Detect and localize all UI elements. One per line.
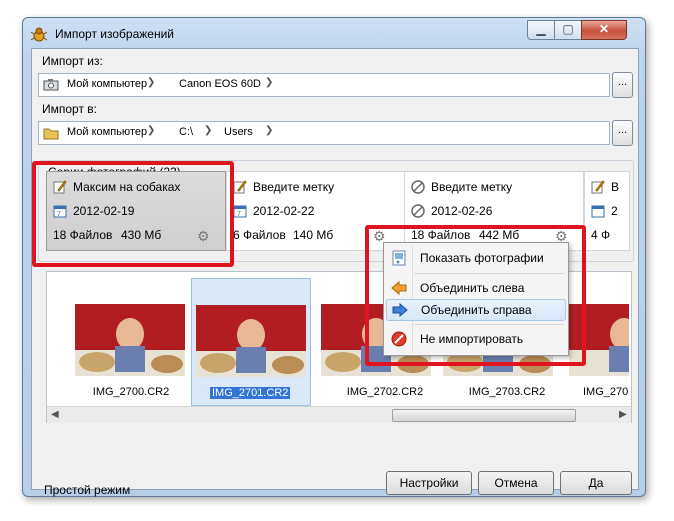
crumb-my-computer[interactable]: Мой компьютер [67, 78, 147, 90]
camera-icon [43, 79, 59, 91]
series-name[interactable]: В [611, 180, 619, 194]
series-files: 6 Файлов [233, 228, 286, 242]
crumb-arrow-icon[interactable]: ❯ [147, 77, 155, 88]
window-title: Импорт изображений [55, 27, 174, 41]
photo-thumbnail [196, 305, 306, 377]
scroll-left-icon[interactable]: ◀ [51, 409, 59, 420]
import-from-path[interactable]: Мой компьютер ❯ Canon EOS 60D ❯ [38, 73, 610, 97]
crumb-arrow-icon[interactable]: ❯ [204, 125, 212, 136]
app-bug-icon [31, 27, 47, 42]
ok-button[interactable]: Да [560, 471, 632, 495]
calendar-icon [591, 205, 605, 218]
close-button[interactable]: ✕ [581, 20, 627, 40]
series-name[interactable]: Введите метку [253, 180, 334, 194]
maximize-button[interactable]: ▢ [554, 20, 582, 40]
series-files: 4 Ф [591, 228, 611, 242]
crumb-camera[interactable]: Canon EOS 60D [179, 78, 261, 90]
folder-icon [43, 128, 59, 140]
thumbnail-name: IMG_2700.CR2 [92, 386, 170, 398]
thumbnail-name: IMG_2701.CR2 [210, 387, 291, 399]
highlight-box-menu [365, 225, 586, 366]
scroll-right-icon[interactable]: ▶ [619, 409, 627, 420]
calendar-icon: 7 [233, 205, 247, 218]
crumb-arrow-icon[interactable]: ❯ [147, 125, 155, 136]
series-date: 2 [611, 204, 618, 218]
thumbnail-name: IMG_270 [583, 386, 629, 398]
scrollbar-thumb[interactable] [392, 409, 576, 422]
simple-mode-link[interactable]: Простой режим [44, 483, 130, 497]
import-to-label: Импорт в: [42, 102, 97, 116]
import-to-path[interactable]: Мой компьютер ❯ C:\ ❯ Users ❯ [38, 121, 610, 145]
close-icon: ✕ [598, 22, 610, 36]
thumbnail-name: IMG_2703.CR2 [468, 386, 546, 398]
photo-thumbnail [75, 304, 185, 376]
highlight-box-series [32, 161, 234, 267]
cancel-button[interactable]: Отмена [478, 471, 554, 495]
crumb-drive[interactable]: C:\ [179, 126, 193, 138]
do-not-import-icon [411, 204, 425, 218]
maximize-icon: ▢ [562, 22, 574, 36]
minimize-icon: ▁ [536, 22, 546, 36]
crumb-users[interactable]: Users [224, 126, 253, 138]
horizontal-scrollbar[interactable]: ◀ ▶ [47, 406, 631, 423]
series-date: 2012-02-26 [431, 204, 493, 218]
crumb-arrow-icon[interactable]: ❯ [265, 77, 273, 88]
edit-label-icon [233, 180, 247, 194]
series-name[interactable]: Введите метку [431, 180, 512, 194]
series-card[interactable]: В 2 4 Ф [584, 171, 630, 251]
svg-text:7: 7 [237, 211, 241, 218]
thumbnail-name: IMG_2702.CR2 [346, 386, 424, 398]
edit-label-icon [591, 180, 605, 194]
minimize-button[interactable]: ▁ [527, 20, 555, 40]
title-bar: Импорт изображений ▁ ▢ ✕ [23, 18, 645, 48]
series-date: 2012-02-22 [253, 204, 315, 218]
series-size: 140 Мб [293, 228, 334, 242]
do-not-import-icon [411, 180, 425, 194]
crumb-arrow-icon[interactable]: ❯ [265, 125, 273, 136]
crumb-my-computer[interactable]: Мой компьютер [67, 126, 147, 138]
import-to-browse-button[interactable]: ... [612, 120, 633, 146]
thumbnail-item-selected[interactable]: IMG_2701.CR2 [191, 278, 311, 406]
import-from-browse-button[interactable]: ... [612, 72, 633, 98]
import-from-label: Импорт из: [42, 54, 103, 68]
settings-button[interactable]: Настройки [386, 471, 472, 495]
thumbnail-item[interactable]: IMG_2700.CR2 [71, 278, 189, 404]
